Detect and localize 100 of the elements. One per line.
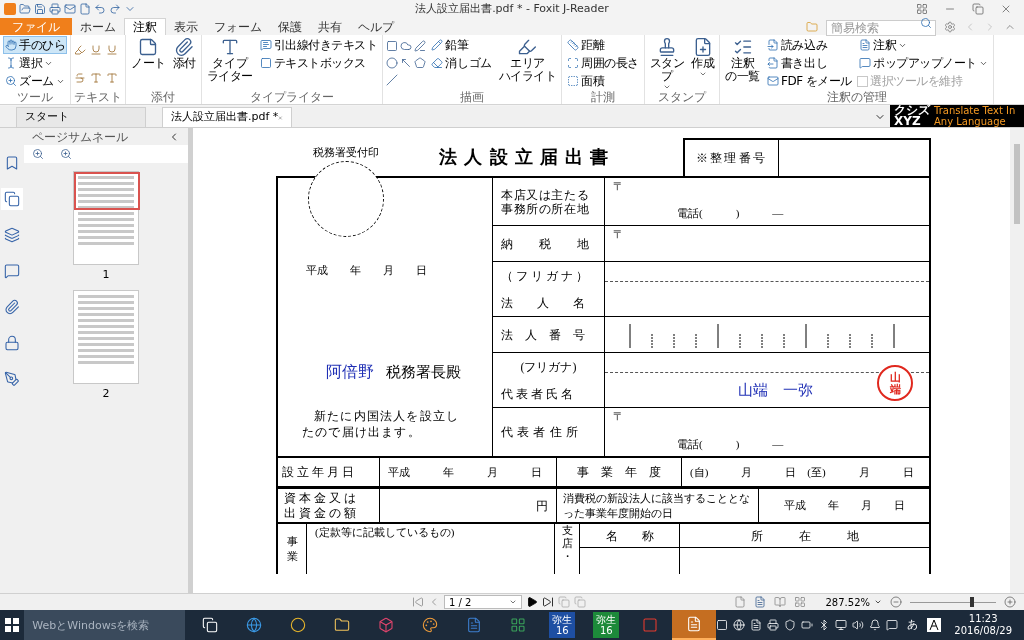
ribbon-button[interactable]: 注釈 の一覧 [723, 36, 762, 90]
ribbon-button[interactable]: 周囲の長さ [565, 54, 641, 72]
page-number: 1 [102, 267, 110, 283]
field-label: 出 資 金 の 額 [284, 505, 356, 520]
close-icon[interactable] [1000, 3, 1012, 15]
ribbon-button[interactable]: 書き出し [764, 54, 854, 72]
ribbon-button[interactable]: 選択 [3, 54, 68, 72]
field-label: 納 税 地 [501, 236, 591, 251]
group-label: 注釈の管理 [826, 91, 887, 104]
menu-tab[interactable]: フォーム [206, 18, 270, 35]
new-file-icon[interactable] [79, 3, 91, 15]
next-page-icon[interactable] [526, 596, 538, 608]
shield-icon[interactable] [784, 619, 797, 631]
zoom-dropdown[interactable]: 287.52% [825, 594, 882, 610]
ribbon-button[interactable]: 鉛筆 [429, 36, 494, 54]
search-icon[interactable] [920, 16, 932, 29]
rectangle-icon[interactable] [386, 40, 399, 52]
menu-tab[interactable]: 注釈 [124, 18, 166, 35]
menu-tab[interactable]: 共有 [310, 18, 350, 35]
ribbon-button[interactable]: 注釈 [857, 36, 990, 54]
grid-icon[interactable] [916, 3, 928, 15]
menu-tab[interactable]: ヘルプ [350, 18, 402, 35]
underline-icon[interactable] [90, 44, 103, 56]
page-field[interactable]: 1 / 2 [444, 595, 522, 609]
menu-tab[interactable]: ホーム [72, 18, 124, 35]
field-label: 消費税の新設法人に該当することとなった事業年度開始の日 [563, 490, 751, 521]
print-icon[interactable] [49, 3, 61, 15]
taskbar-app[interactable] [672, 610, 717, 640]
zoom-out-icon[interactable] [890, 596, 902, 608]
ellipse-icon[interactable] [386, 57, 399, 69]
ribbon-button[interactable]: 距離 [565, 36, 641, 54]
facing-page-icon[interactable] [773, 596, 786, 608]
ribbon-button[interactable]: タイプ ライター [204, 36, 255, 90]
side-nav-button[interactable] [1, 188, 23, 210]
network-icon[interactable] [733, 619, 746, 631]
translate-ad-banner[interactable]: クシズ XYZ Translate Text In Any Language [890, 105, 1024, 127]
continuous-page-icon[interactable] [753, 596, 766, 608]
document-tab[interactable]: 法人設立届出書.pdf * [162, 107, 292, 127]
arrow-icon[interactable] [400, 57, 413, 69]
search-field[interactable]: WebとWindowsを検索 [24, 610, 186, 640]
notification-icon[interactable] [869, 619, 882, 631]
mail-icon[interactable] [64, 3, 76, 15]
highlight-icon[interactable] [74, 44, 87, 56]
folder-icon[interactable] [19, 3, 31, 15]
tray-app-icon[interactable] [716, 619, 729, 631]
monitor-icon[interactable] [835, 619, 848, 631]
zoom-slider[interactable] [910, 597, 996, 607]
ribbon-button[interactable]: 引出線付きテキスト [257, 36, 380, 54]
first-page-icon[interactable] [412, 596, 424, 608]
task-view-icon [202, 617, 219, 633]
ribbon-button[interactable]: 読み込み [764, 36, 854, 54]
zoom-in-icon[interactable] [1004, 596, 1016, 608]
ribbon-button[interactable]: テキストボックス [257, 54, 380, 72]
cloud-icon[interactable] [400, 40, 413, 52]
zoom-thumbnail-icon[interactable] [60, 148, 72, 160]
redo-icon[interactable] [109, 3, 121, 15]
settings-icon[interactable] [944, 20, 956, 33]
pen-icon[interactable] [414, 40, 427, 52]
menu-tab[interactable]: 保護 [270, 18, 310, 35]
ribbon-button[interactable]: ズーム [3, 72, 68, 90]
insert-text-icon[interactable] [106, 72, 119, 84]
ribbon-button[interactable]: エリア ハイライト [496, 36, 559, 90]
search-field[interactable]: 簡易検索 [826, 19, 936, 36]
replace-text-icon[interactable] [90, 72, 103, 84]
slider-thumb[interactable] [969, 597, 974, 607]
ribbon-button[interactable]: スタン プ [647, 36, 687, 90]
line-icon[interactable] [386, 74, 399, 86]
page-thumbnail[interactable] [73, 289, 139, 384]
printer-icon[interactable] [767, 619, 780, 631]
document-tab[interactable]: スタート [16, 107, 146, 127]
ribbon-button[interactable]: 添付 [170, 36, 198, 90]
ribbon-button[interactable]: ノート [129, 36, 168, 90]
message-icon[interactable] [886, 619, 899, 631]
last-page-icon[interactable] [542, 596, 554, 608]
ime-indicator[interactable]: あ [903, 616, 923, 634]
ribbon-button[interactable]: FDF をメール [764, 72, 854, 90]
document-icon[interactable] [750, 619, 763, 631]
save-icon[interactable] [34, 3, 46, 15]
field-label: 事業 [286, 533, 298, 564]
ribbon-button[interactable]: 面積 [565, 72, 641, 90]
grid-icon[interactable] [793, 596, 806, 608]
form-title: 法人設立届出書 [439, 145, 616, 169]
undo-icon[interactable] [94, 3, 106, 15]
squiggly-underline-icon[interactable] [106, 44, 119, 56]
page-thumbnail[interactable] [73, 171, 139, 265]
ribbon-button[interactable]: 消しゴム [429, 54, 494, 72]
group-label: 添付 [151, 91, 176, 104]
ribbon-button[interactable]: ポップアップノート [857, 54, 990, 72]
restore-icon[interactable] [972, 3, 984, 15]
strikethrough-icon[interactable] [74, 72, 87, 84]
polygon-icon[interactable] [414, 57, 427, 69]
battery-icon[interactable] [801, 619, 814, 631]
ribbon-button[interactable]: 作成 [689, 36, 717, 90]
font-app-icon[interactable] [927, 618, 942, 632]
menu-tab[interactable]: 表示 [166, 18, 206, 35]
zoom-thumbnail-icon[interactable] [32, 148, 44, 160]
clock-date: 2016/08/29 [954, 625, 1012, 637]
volume-icon[interactable] [852, 619, 865, 631]
notice-text: 新たに内国法人を設立したので届け出ます。 [302, 408, 461, 440]
ribbon-button[interactable]: 手のひら [3, 36, 68, 54]
